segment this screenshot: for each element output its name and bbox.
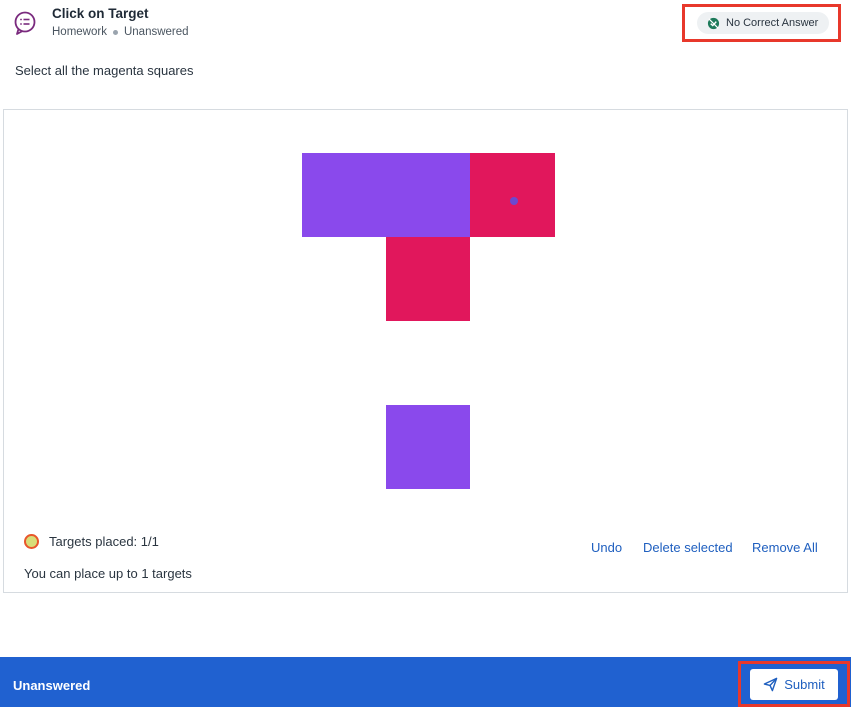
magenta-square[interactable] — [386, 237, 470, 321]
question-prompt: Select all the magenta squares — [15, 63, 194, 78]
paper-plane-icon — [763, 677, 778, 692]
question-meta: Homework Unanswered — [52, 26, 189, 38]
target-indicator-icon — [24, 534, 39, 549]
undo-button[interactable]: Undo — [591, 540, 622, 555]
no-correct-answer-badge[interactable]: No Correct Answer — [697, 12, 829, 34]
purple-square[interactable] — [386, 405, 470, 489]
assignment-type: Homework — [52, 26, 107, 38]
footer-status: Unanswered — [13, 678, 91, 693]
chat-list-icon — [14, 11, 36, 35]
delete-selected-button[interactable]: Delete selected — [643, 540, 733, 555]
targets-placed-row: Targets placed: 1/1 — [24, 534, 159, 549]
answer-badge-label: No Correct Answer — [726, 17, 819, 29]
submit-button[interactable]: Submit — [750, 669, 838, 700]
purple-square[interactable] — [302, 153, 386, 237]
targets-placed-label: Targets placed: 1/1 — [49, 534, 159, 549]
footer-bar: Unanswered — [0, 657, 851, 707]
placed-target-marker[interactable] — [510, 197, 518, 205]
magenta-square[interactable] — [470, 153, 555, 237]
meta-separator-dot — [112, 29, 118, 35]
targets-limit-label: You can place up to 1 targets — [24, 566, 192, 581]
check-off-icon — [707, 17, 720, 29]
question-title: Click on Target — [52, 6, 149, 21]
submit-label: Submit — [784, 677, 825, 692]
purple-square[interactable] — [386, 153, 470, 237]
remove-all-button[interactable]: Remove All — [752, 540, 818, 555]
question-status: Unanswered — [123, 26, 189, 38]
